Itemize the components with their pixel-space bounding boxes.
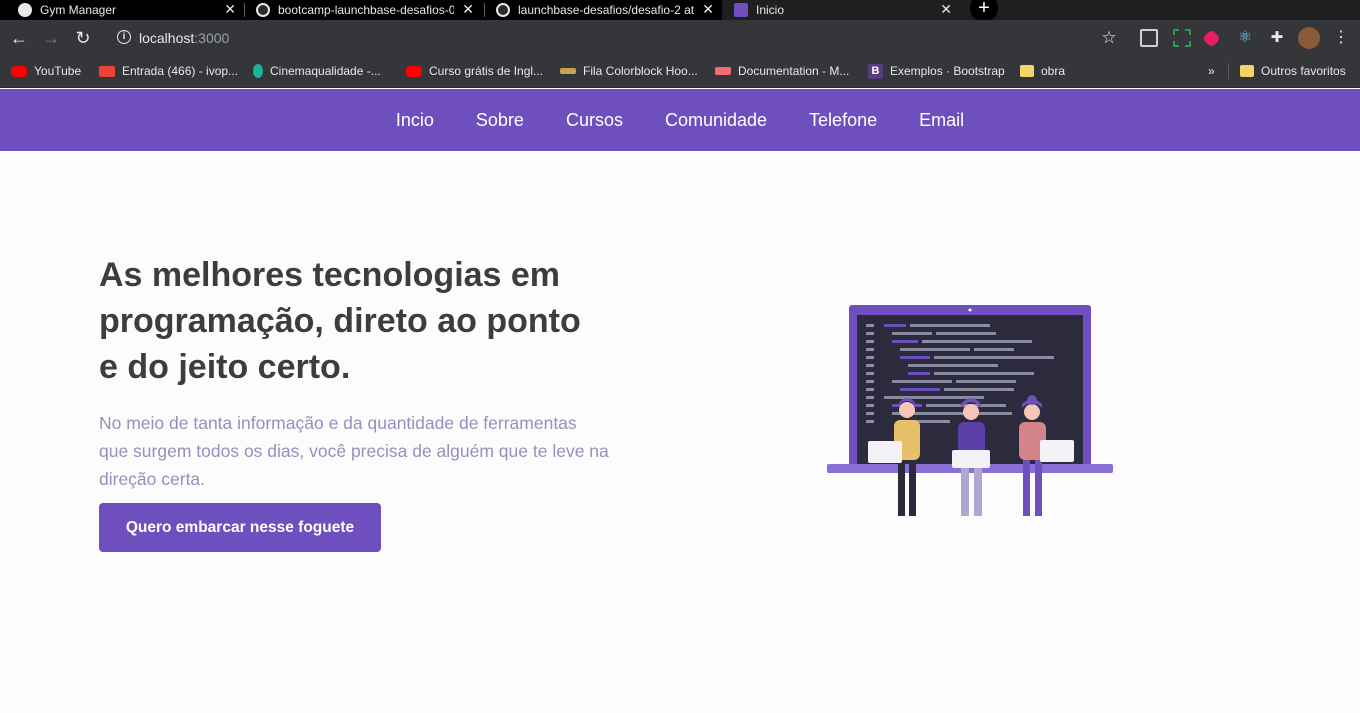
bookmark-gmail[interactable]: Entrada (466) - ivop... xyxy=(99,63,238,79)
bookmark-cinemaqualidade[interactable]: Cinemaqualidade -... xyxy=(253,63,381,79)
cta-button[interactable]: Quero embarcar nesse foguete xyxy=(99,503,381,552)
url-host: localhost xyxy=(139,30,195,46)
main-nav: Incio Sobre Cursos Comunidade Telefone E… xyxy=(0,89,1360,151)
tab-desafio-2[interactable]: launchbase-desafios/desafio-2 at ✕ xyxy=(496,0,714,20)
extension-icon[interactable] xyxy=(1140,29,1158,47)
bookmark-other-favorites[interactable]: Outros favoritos xyxy=(1240,63,1346,79)
bootstrap-icon: B xyxy=(868,63,883,79)
youtube-icon xyxy=(406,65,422,77)
tab-separator xyxy=(244,3,245,17)
materialize-icon xyxy=(715,67,731,75)
fila-icon xyxy=(560,68,576,74)
react-icon[interactable]: ⚛ xyxy=(1234,27,1256,49)
bookmark-label: obra xyxy=(1041,64,1066,78)
hero-title-line: e do jeito certo. xyxy=(99,348,351,386)
url-text[interactable]: localhost:3000 xyxy=(139,30,229,46)
nav-link-cursos[interactable]: Cursos xyxy=(566,110,623,131)
tab-gym-manager[interactable]: Gym Manager ✕ xyxy=(18,0,236,20)
bookmark-label: Fila Colorblock Hoo... xyxy=(583,64,698,78)
app-icon xyxy=(734,3,748,17)
reload-icon[interactable]: ↻ xyxy=(72,27,94,49)
nav-link-inicio[interactable]: Incio xyxy=(396,110,434,131)
tab-label: launchbase-desafios/desafio-2 at xyxy=(518,3,694,17)
tab-label: Gym Manager xyxy=(40,3,117,17)
bookmark-label: Cinemaqualidade -... xyxy=(270,64,381,78)
folder-icon xyxy=(1240,65,1254,77)
gmail-icon xyxy=(99,65,115,77)
info-icon[interactable]: i xyxy=(117,30,131,44)
bookmark-label: Outros favoritos xyxy=(1261,64,1346,78)
tab-separator xyxy=(484,3,485,17)
bookmark-bootstrap[interactable]: B Exemplos · Bootstrap xyxy=(868,63,1005,79)
youtube-icon xyxy=(11,65,27,77)
nav-link-telefone[interactable]: Telefone xyxy=(809,110,877,131)
bookmarks-overflow-button[interactable]: » xyxy=(1208,63,1215,79)
close-icon[interactable]: ✕ xyxy=(462,2,474,16)
hero-title-line: As melhores tecnologias em xyxy=(99,256,561,294)
cinema-icon xyxy=(253,64,263,78)
folder-icon xyxy=(1020,65,1034,77)
close-icon[interactable]: ✕ xyxy=(940,2,952,16)
bookmark-label: Curso grátis de Ingl... xyxy=(429,64,544,78)
avatar[interactable] xyxy=(1298,27,1320,49)
bookmark-label: Exemplos · Bootstrap xyxy=(890,64,1005,78)
screenshot-icon[interactable] xyxy=(1173,29,1191,47)
chevron-double-right-icon: » xyxy=(1208,64,1215,78)
bookmark-label: Documentation - M... xyxy=(738,64,850,78)
laptop-camera xyxy=(968,308,972,312)
bookmark-fila[interactable]: Fila Colorblock Hoo... xyxy=(560,63,698,79)
close-icon[interactable]: ✕ xyxy=(224,2,236,16)
developers-laptop-illustration xyxy=(827,305,1113,516)
star-icon[interactable]: ☆ xyxy=(1098,27,1120,49)
nav-link-comunidade[interactable]: Comunidade xyxy=(665,110,767,131)
globe-icon xyxy=(18,3,32,17)
hero-title: As melhores tecnologias em programação, … xyxy=(99,252,599,390)
menu-dots-icon[interactable]: ⋮ xyxy=(1330,27,1352,49)
nav-link-sobre[interactable]: Sobre xyxy=(476,110,524,131)
hero-title-line: programação, direto ao ponto xyxy=(99,302,581,340)
github-icon xyxy=(496,3,510,17)
nav-link-email[interactable]: Email xyxy=(919,110,964,131)
bookmark-label: YouTube xyxy=(34,64,82,78)
bookmark-materialize[interactable]: Documentation - M... xyxy=(715,63,849,79)
tab-inicio[interactable]: Inicio ✕ xyxy=(734,0,952,20)
puzzle-icon[interactable]: ✚ xyxy=(1266,27,1288,49)
github-icon xyxy=(256,3,270,17)
bookmark-youtube[interactable]: YouTube xyxy=(11,63,81,79)
bookmark-curso-ingles[interactable]: Curso grátis de Ingl... xyxy=(406,63,543,79)
tab-bootcamp[interactable]: bootcamp-launchbase-desafios-0 ✕ xyxy=(256,0,474,20)
forward-arrow-icon[interactable]: → xyxy=(40,27,62,49)
tab-label: bootcamp-launchbase-desafios-0 xyxy=(278,3,454,17)
hero-description: No meio de tanta informação e da quantid… xyxy=(99,413,609,489)
url-port: :3000 xyxy=(194,30,230,46)
bookmarks-divider xyxy=(1228,63,1229,79)
tab-label: Inicio xyxy=(756,3,785,17)
back-arrow-icon[interactable]: ← xyxy=(8,27,30,49)
bookmark-obra[interactable]: obra xyxy=(1020,63,1065,79)
bookmark-label: Entrada (466) - ivop... xyxy=(122,64,239,78)
close-icon[interactable]: ✕ xyxy=(702,2,714,16)
address-bar[interactable] xyxy=(108,24,1128,52)
